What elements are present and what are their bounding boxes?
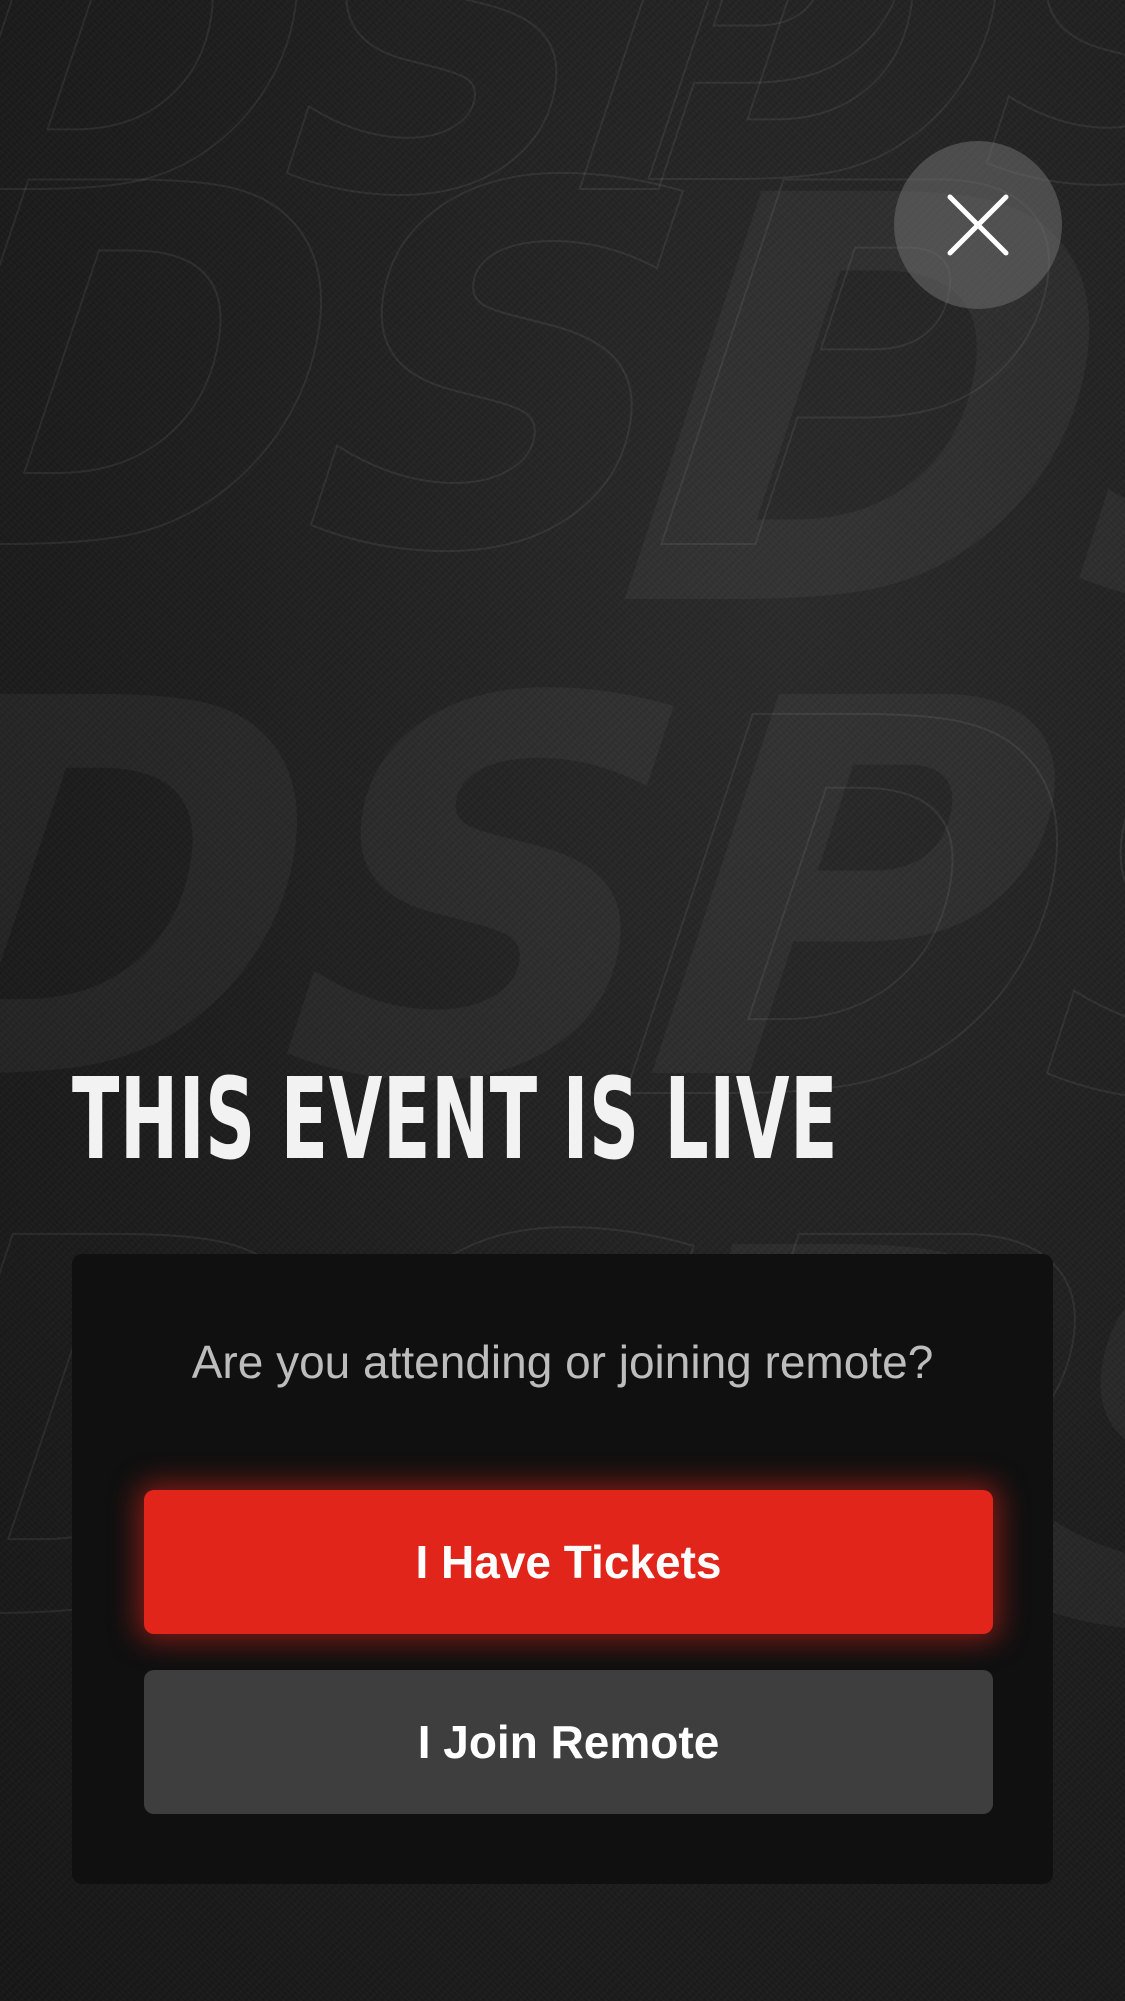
- have-tickets-button[interactable]: I Have Tickets: [144, 1490, 993, 1634]
- attendance-question: Are you attending or joining remote?: [191, 1336, 934, 1388]
- join-remote-button[interactable]: I Join Remote: [144, 1670, 993, 1814]
- attendance-card: Are you attending or joining remote? I H…: [72, 1254, 1053, 1884]
- live-event-screen: DSP DSP DSP DSP DSP DSP DSP DSP THIS EVE…: [0, 0, 1125, 2001]
- close-button[interactable]: [894, 141, 1062, 309]
- page-title: THIS EVENT IS LIVE: [72, 1055, 839, 1185]
- background-logo-text: DSP: [0, 79, 1074, 663]
- close-icon: [947, 194, 1009, 256]
- background-logo-text: DSP: [0, 0, 924, 290]
